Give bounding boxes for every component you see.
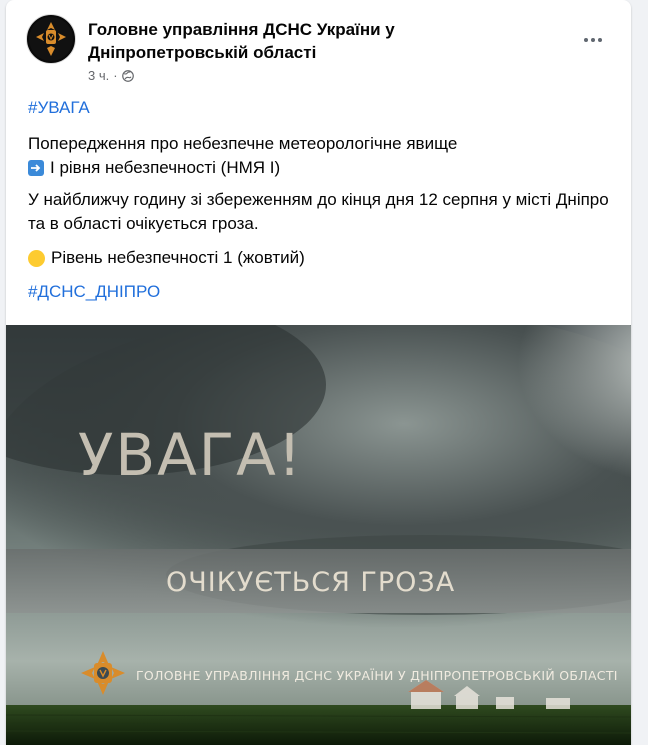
more-options-button[interactable]	[575, 22, 611, 58]
page-name-link[interactable]: Головне управління ДСНС України у Дніпро…	[88, 18, 548, 64]
post-meta: 3 ч. ·	[88, 68, 134, 83]
post-text: #УВАГА Попередження про небезпечне метео…	[28, 96, 618, 304]
meta-separator: ·	[113, 68, 118, 83]
yellow-circle-emoji	[28, 249, 45, 267]
post-image[interactable]: УВАГА! ОЧІКУЄТЬСЯ ГРОЗА ГОЛОВНЕ УПРАВЛІН…	[6, 325, 631, 745]
post-card: Головне управління ДСНС України у Дніпро…	[6, 0, 631, 745]
danger-level-text: І рівня небезпечності (НМЯ І)	[50, 158, 281, 177]
globe-icon[interactable]	[121, 69, 134, 82]
page-avatar[interactable]	[26, 14, 76, 64]
storm-warning-image: УВАГА! ОЧІКУЄТЬСЯ ГРОЗА ГОЛОВНЕ УПРАВЛІН…	[6, 325, 631, 745]
image-banner-text: ОЧІКУЄТЬСЯ ГРОЗА	[166, 567, 455, 598]
level-text: Рівень небезпечності 1 (жовтий)	[51, 248, 305, 267]
image-headline: УВАГА!	[78, 421, 303, 489]
danger-level-line: І рівня небезпечності (НМЯ І)	[28, 156, 618, 180]
image-org-line: ГОЛОВНЕ УПРАВЛІННЯ ДСНС УКРАЇНИ У ДНІПРО…	[136, 668, 618, 683]
more-options-icon	[583, 38, 604, 42]
warning-paragraph: Попередження про небезпечне метеорологіч…	[28, 132, 618, 180]
forecast-text: У найближчу годину зі збереженням до кін…	[28, 190, 609, 233]
dsns-emblem-icon	[29, 17, 73, 61]
post-header: Головне управління ДСНС України у Дніпро…	[6, 0, 631, 92]
post-timestamp[interactable]: 3 ч.	[88, 68, 109, 83]
arrow-right-emoji	[28, 160, 44, 176]
hashtag-dsns-dnipro[interactable]: #ДСНС_ДНІПРО	[28, 280, 618, 304]
hashtag-uvaha[interactable]: #УВАГА	[28, 96, 618, 120]
warning-title: Попередження про небезпечне метеорологіч…	[28, 134, 458, 153]
level-line: Рівень небезпечності 1 (жовтий)	[28, 246, 618, 270]
